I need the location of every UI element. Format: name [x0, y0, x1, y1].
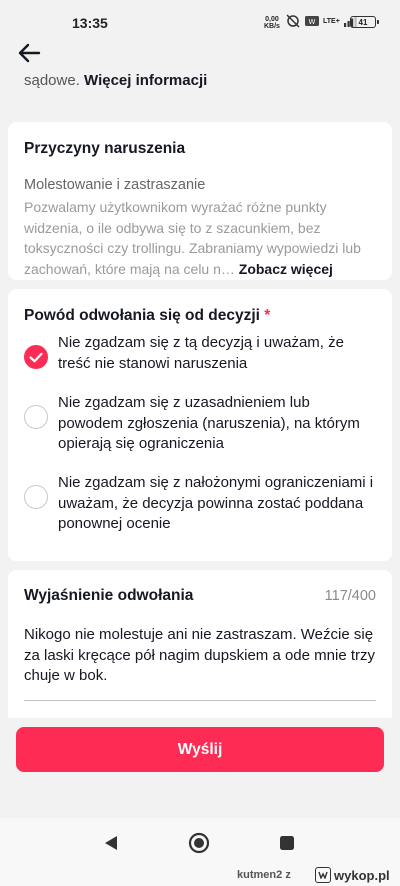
- reason-option-2[interactable]: Nie zgadzam się z uzasadnieniem lub powo…: [24, 393, 378, 455]
- violation-card: Przyczyny naruszenia Molestowanie i zast…: [8, 122, 392, 280]
- input-underline: [24, 700, 376, 701]
- more-info-link[interactable]: Więcej informacji: [84, 72, 207, 89]
- violation-description: Pozwalamy użytkownikom wyrażać różne pun…: [24, 197, 376, 279]
- triangle-back-icon: [105, 836, 117, 850]
- back-button[interactable]: [12, 38, 46, 68]
- network-type: LTE+: [323, 17, 340, 25]
- nav-back-button[interactable]: [100, 832, 122, 854]
- wykop-logo-icon: [315, 867, 331, 883]
- reason-option-3[interactable]: Nie zgadzam się z nałożonymi ograniczeni…: [24, 473, 378, 535]
- watermark-separator: z: [285, 869, 291, 881]
- nav-home-button[interactable]: [188, 832, 210, 854]
- radio-unchecked[interactable]: [24, 405, 48, 429]
- arrow-left-icon: [18, 43, 41, 63]
- violation-type: Molestowanie i zastraszanie: [24, 177, 206, 193]
- alarm-off-icon: [286, 14, 300, 28]
- wykop-logo: wykop.pl: [315, 867, 390, 883]
- radio-checked[interactable]: [24, 345, 48, 369]
- explanation-title: Wyjaśnienie odwołania: [24, 587, 194, 604]
- appeal-form-scroll[interactable]: sądowe. Więcej informacji Przyczyny naru…: [0, 70, 400, 718]
- status-bar: 13:35 0,00 KB/s W LTE+ 41: [0, 0, 400, 44]
- battery-level: 41: [358, 17, 368, 27]
- network-speed-unit: KB/s: [264, 23, 280, 30]
- radio-unchecked[interactable]: [24, 485, 48, 509]
- explanation-card: Wyjaśnienie odwołania 117/400 Nikogo nie…: [8, 570, 392, 718]
- status-icons: W LTE+: [285, 14, 358, 28]
- nav-recents-button[interactable]: [276, 832, 298, 854]
- reason-option-label: Nie zgadzam się z tą decyzją i uważam, ż…: [58, 334, 344, 372]
- watermark: kutmen2 z wykop.pl: [0, 866, 400, 886]
- explanation-header: Wyjaśnienie odwołania 117/400: [24, 587, 376, 605]
- appeal-reason-title-text: Powód odwołania się od decyzji: [24, 307, 260, 324]
- explanation-input[interactable]: Nikogo nie molestuje ani nie zastraszam.…: [24, 625, 376, 687]
- system-nav-bar: [0, 818, 400, 866]
- appeal-reason-title: Powód odwołania się od decyzji *: [24, 307, 376, 325]
- watermark-user: kutmen2 z: [237, 869, 291, 881]
- battery-icon: 41: [350, 16, 379, 28]
- checkmark-icon: [29, 352, 43, 362]
- reason-option-1[interactable]: Nie zgadzam się z tą decyzją i uważam, ż…: [24, 333, 378, 374]
- character-counter: 117/400: [324, 588, 376, 604]
- intro-text: sądowe. Więcej informacji: [24, 72, 207, 89]
- see-more-link[interactable]: Zobacz więcej: [239, 261, 333, 277]
- watermark-username: kutmen2: [237, 869, 283, 881]
- required-mark: *: [264, 307, 271, 324]
- svg-text:W: W: [309, 18, 316, 26]
- square-recents-icon: [280, 836, 294, 850]
- network-speed: 0,00 KB/s: [264, 16, 280, 30]
- violation-card-title: Przyczyny naruszenia: [24, 140, 186, 157]
- watermark-site: wykop.pl: [334, 867, 390, 883]
- intro-text-body: sądowe.: [24, 72, 80, 89]
- circle-home-icon: [188, 832, 210, 854]
- status-time: 13:35: [72, 15, 108, 31]
- network-speed-value: 0,00: [265, 16, 279, 23]
- submit-button[interactable]: Wyślij: [16, 727, 384, 772]
- reason-option-label: Nie zgadzam się z uzasadnieniem lub powo…: [58, 394, 360, 452]
- appeal-reason-card: Powód odwołania się od decyzji * Nie zga…: [8, 289, 392, 561]
- reason-option-label: Nie zgadzam się z nałożonymi ograniczeni…: [58, 474, 374, 532]
- wifi-icon: W: [305, 16, 319, 26]
